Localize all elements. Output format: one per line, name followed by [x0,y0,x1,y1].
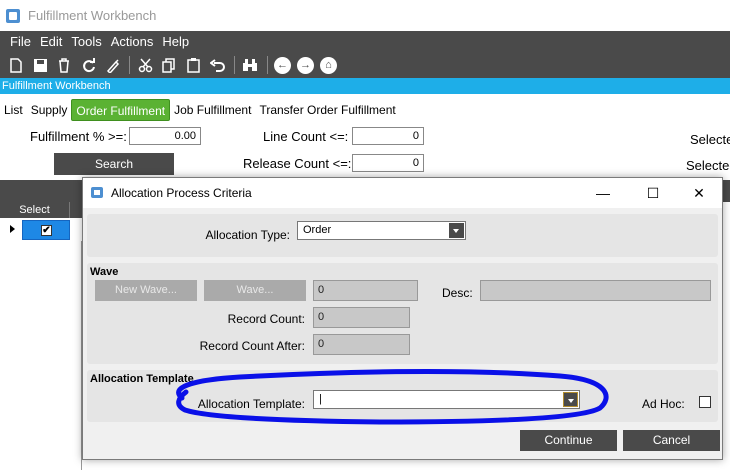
release-count-label: Release Count <=: [243,156,352,171]
tab-bar: List Supply Order Fulfillment Job Fulfil… [0,98,730,122]
record-count-after-label: Record Count After: [199,339,305,353]
page-header: Fulfillment Workbench [0,78,730,94]
menu-help[interactable]: Help [162,34,189,49]
new-icon[interactable] [7,56,25,74]
record-count-after-field[interactable]: 0 [313,334,410,355]
chevron-down-icon[interactable] [449,223,464,238]
allocation-type-label: Allocation Type: [205,228,291,242]
allocation-criteria-dialog: Allocation Process Criteria — ☐ ✕ Alloca… [82,177,723,460]
tab-transfer-order-fulfillment[interactable]: Transfer Order Fulfillment [255,99,399,121]
back-icon[interactable]: ← [274,56,291,74]
selected-label-1: Selecte [690,132,730,147]
tab-order-fulfillment[interactable]: Order Fulfillment [71,99,171,121]
dialog-titlebar: Allocation Process Criteria — ☐ ✕ [83,178,722,208]
tab-job-fulfillment[interactable]: Job Fulfillment [170,99,255,121]
fulfillment-label: Fulfillment % >=: [30,129,127,144]
new-wave-button[interactable]: New Wave... [95,280,197,301]
allocation-type-panel: Allocation Type: Order [87,214,718,257]
tab-list[interactable]: List [0,99,27,121]
wave-button[interactable]: Wave... [204,280,306,301]
record-count-label: Record Count: [227,312,305,326]
wave-panel: Wave New Wave... Wave... 0 Desc: Record … [87,263,718,364]
toolbar: ← → ⌂ [0,52,730,78]
wave-id-field[interactable]: 0 [313,280,418,301]
line-count-field[interactable]: 0 [352,127,424,145]
binoculars-icon[interactable] [241,56,259,74]
menubar: File Edit Tools Actions Help [0,31,730,52]
allocation-template-combo[interactable]: | [313,390,580,409]
save-icon[interactable] [31,56,49,74]
line-count-label: Line Count <=: [263,129,349,144]
wave-section-title: Wave [90,266,119,278]
allocation-template-panel: Allocation Template Allocation Template:… [87,370,718,422]
search-button[interactable]: Search [54,153,174,175]
select-cell[interactable]: ✔ [22,220,70,240]
menu-file[interactable]: File [10,34,31,49]
continue-button[interactable]: Continue [520,430,617,451]
clear-icon[interactable] [103,56,121,74]
undo-icon[interactable] [208,56,226,74]
menu-tools[interactable]: Tools [71,34,101,49]
fulfillment-field[interactable]: 0.00 [129,127,201,145]
table-row[interactable]: ✔ [0,219,82,241]
grid-group-bar [0,180,82,202]
adhoc-checkbox[interactable] [699,396,711,408]
row-indicator-icon [10,225,15,233]
dialog-title: Allocation Process Criteria [111,186,252,200]
paste-icon[interactable] [184,56,202,74]
select-column-header[interactable]: Select [0,202,70,218]
desc-label: Desc: [442,286,473,300]
copy-icon[interactable] [160,56,178,74]
record-count-field[interactable]: 0 [313,307,410,328]
desc-field[interactable] [480,280,711,301]
menu-actions[interactable]: Actions [111,34,154,49]
allocation-type-value: Order [303,224,332,236]
selected-label-2: Selected [686,158,730,173]
minimize-icon[interactable]: — [593,183,613,203]
dialog-app-icon [91,187,103,198]
template-section-title: Allocation Template [90,373,194,385]
release-count-field[interactable]: 0 [352,154,424,172]
forward-icon[interactable]: → [297,56,314,74]
window-title: Fulfillment Workbench [28,8,157,23]
toolbar-separator [234,56,235,74]
menu-edit[interactable]: Edit [40,34,62,49]
allocation-template-value: | [319,393,322,405]
toolbar-separator [267,56,268,74]
app-icon [6,8,20,23]
allocation-template-label: Allocation Template: [197,397,305,411]
select-checkbox[interactable]: ✔ [41,225,52,236]
adhoc-label: Ad Hoc: [642,397,685,411]
close-icon[interactable]: ✕ [689,183,709,203]
delete-icon[interactable] [55,56,73,74]
grid-body [0,241,82,470]
chevron-down-icon[interactable] [563,392,578,407]
tab-supply[interactable]: Supply [27,99,72,121]
maximize-icon[interactable]: ☐ [643,183,663,203]
home-icon[interactable]: ⌂ [320,56,337,74]
window-titlebar: Fulfillment Workbench [0,0,730,31]
toolbar-separator [129,56,130,74]
grid-header: Select [0,202,82,218]
cut-icon[interactable] [136,56,154,74]
refresh-icon[interactable] [79,56,97,74]
cancel-button[interactable]: Cancel [623,430,720,451]
allocation-type-combo[interactable]: Order [297,221,466,240]
